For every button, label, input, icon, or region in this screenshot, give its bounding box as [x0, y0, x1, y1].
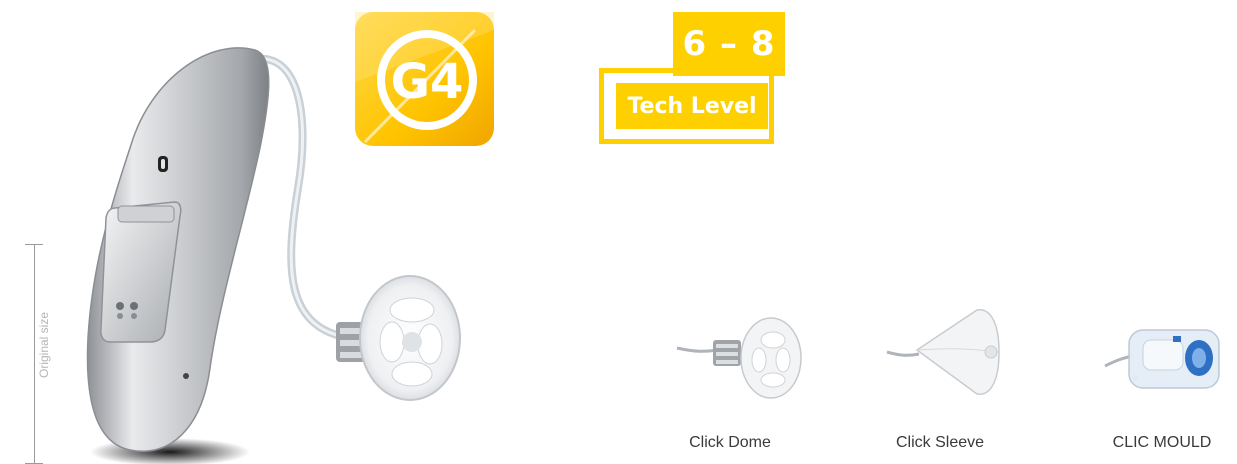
original-size-label: Original size	[37, 311, 51, 379]
clic-mould-label: CLIC MOULD	[1112, 434, 1212, 451]
click-dome-label: Click Dome	[689, 434, 771, 451]
accessory-click-sleeve: Click Sleeve	[865, 300, 1015, 464]
click-sleeve-icon	[886, 309, 1000, 395]
tech-level-label: Tech Level	[616, 83, 768, 129]
tech-level-badge: Tech Level 6 – 8	[599, 12, 785, 145]
g4-generation-badge: G4	[355, 12, 494, 146]
scale-line	[34, 244, 35, 464]
original-size-indicator: Original size	[20, 240, 51, 464]
click-sleeve-label: Click Sleeve	[895, 434, 985, 451]
clic-mould-icon	[1104, 329, 1220, 389]
tech-level-range: 6 – 8	[673, 12, 785, 76]
tech-level-frame: Tech Level	[599, 68, 774, 144]
g4-label: G4	[391, 54, 464, 110]
click-dome-icon	[676, 317, 802, 399]
accessory-click-dome: Click Dome	[655, 300, 805, 464]
accessory-clic-mould: CLIC MOULD	[1087, 300, 1237, 464]
